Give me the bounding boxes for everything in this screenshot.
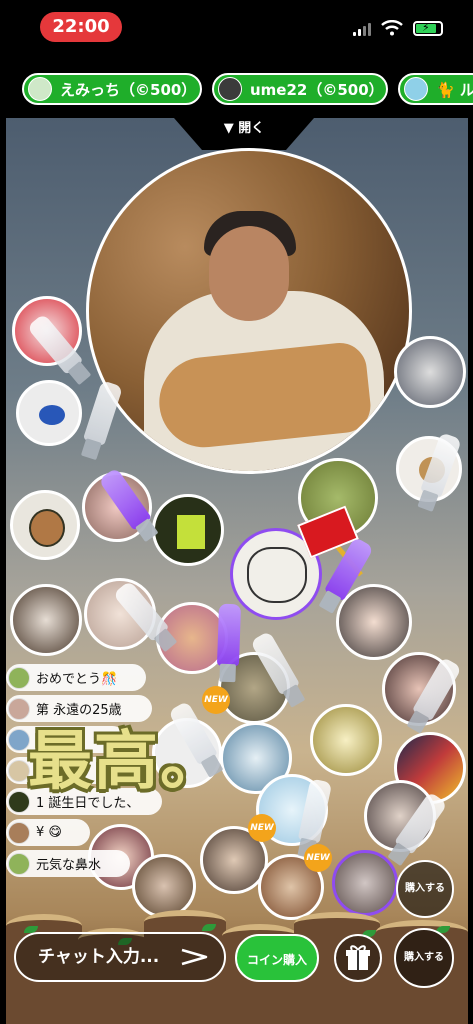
audience-avatar[interactable] [310,704,382,776]
penlight-icon [80,380,124,461]
chat-message-text: ¥ 😋 [36,825,62,840]
gifter-chip-row[interactable]: えみっち（©500） ume22（©500） 🐈 ル [0,68,473,110]
chip-label: えみっち（©500） [60,80,197,99]
audience-avatar-highlighted[interactable] [332,850,398,916]
gifter-chip[interactable]: ume22（©500） [212,73,388,105]
avatar [8,697,30,720]
chat-message: 元気な鼻水 [6,850,130,877]
penlight-purple-icon [216,603,242,683]
new-badge: NEW [304,844,332,872]
avatar [8,759,30,782]
main-video-circle[interactable] [86,148,412,474]
new-badge: NEW [248,814,276,842]
status-bar: 22:00 ⚡ [0,0,473,56]
avatar [28,77,52,101]
new-badge: NEW [202,686,230,714]
chat-message-text: 第 永遠の25歳 [36,703,122,718]
avatar [218,77,242,101]
avatar [8,821,30,844]
audience-avatar[interactable] [16,380,82,446]
audience-avatar[interactable] [394,336,466,408]
chat-message: ¥ 😋 [6,819,90,846]
performer-head [209,226,289,321]
wifi-icon [381,20,403,36]
chat-message: 第 永遠の25歳 [6,695,152,722]
triangle-down-icon: ▼ [223,121,239,136]
chat-message: おめでとう🎊 [6,664,146,691]
chip-label: ume22（©500） [250,80,384,99]
buy-item-button[interactable]: 購入する [394,928,454,988]
chat-message-text: おめでとう🎊 [36,672,118,687]
audience-avatar[interactable] [336,584,412,660]
reaction-stamp-text: 最高。 [28,725,226,799]
buy-penlight-button[interactable]: 購入する [396,860,454,918]
cellular-signal-icon [353,22,371,36]
chip-label: 🐈 ル [436,80,473,99]
gifter-chip[interactable]: えみっち（©500） [22,73,202,105]
gift-button[interactable] [334,934,382,982]
open-label: 開く [238,121,265,136]
avatar [8,728,30,751]
avatar [8,790,30,813]
audience-avatar[interactable] [10,490,80,560]
avatar [404,77,428,101]
coin-purchase-button[interactable]: コイン購入 [235,934,319,982]
send-arrow-icon[interactable] [180,946,208,968]
avatar [8,666,30,689]
audience-avatar[interactable] [10,584,82,656]
open-panel-tab[interactable]: ▼ 開く [174,118,314,150]
chat-message-text: 元気な鼻水 [36,858,102,873]
audience-avatar[interactable] [152,494,224,566]
gift-icon [346,945,370,970]
time-indicator: 22:00 [40,12,122,42]
avatar [8,852,30,875]
battery-icon: ⚡ [413,21,443,36]
status-icons: ⚡ [353,20,443,36]
gifter-chip[interactable]: 🐈 ル [398,73,473,105]
